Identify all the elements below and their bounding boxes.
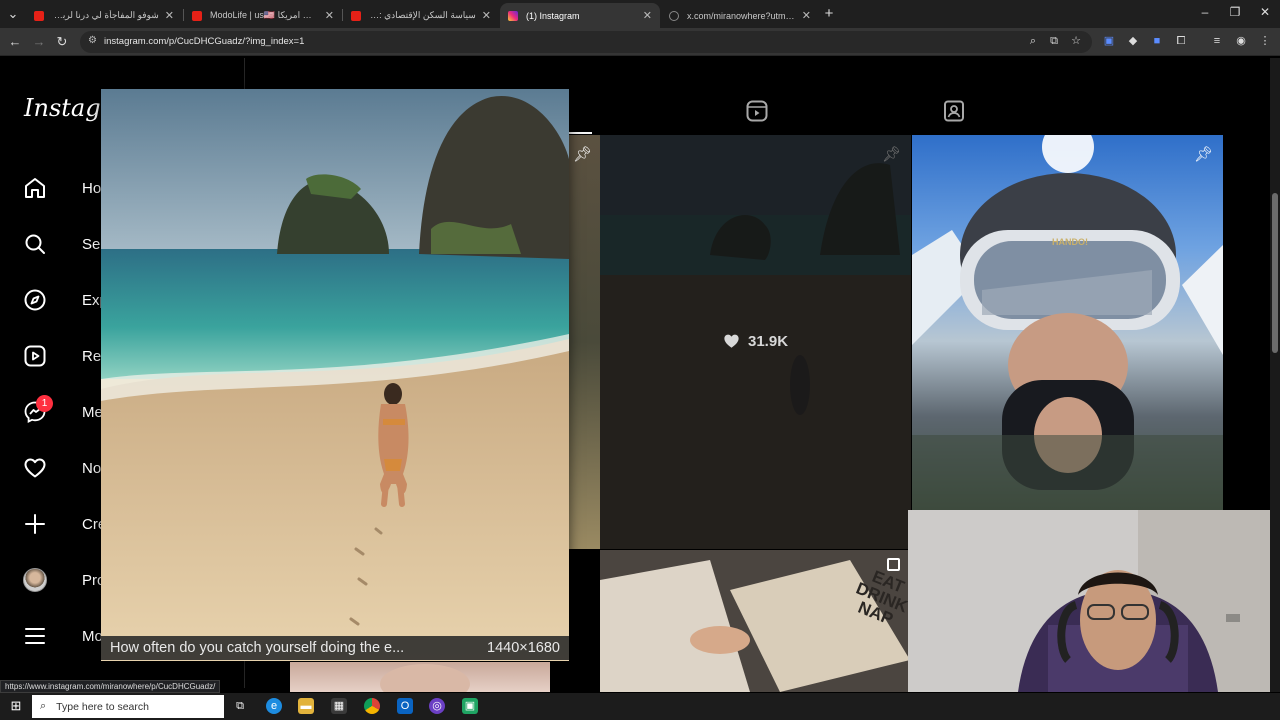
pin-icon: 📌︎ [1193,146,1213,163]
avatar [22,567,48,593]
grid-post-partial-bottom[interactable] [290,662,550,692]
search-icon: ⌕ [40,700,47,712]
bookmark-star-icon[interactable]: ☆ [1069,34,1083,48]
menu-icon [22,623,48,649]
close-icon[interactable]: ✕ [643,9,652,22]
browser-tab-3[interactable]: سياسة السكن الإقتصادي : كيفاش... ✕ [343,3,499,28]
file-explorer-icon[interactable]: ▬ [298,698,314,714]
grid-post-beach-hovered[interactable]: 31.9K 📌︎ [600,135,911,549]
extension-blue-icon[interactable]: ■ [1150,34,1164,48]
plus-icon [22,511,48,537]
browser-tab-4-active[interactable]: (1) Instagram ✕ [500,3,660,28]
windows-taskbar: ⊞ ⌕ Type here to search ⧉ e ▬ ▦ O ◎ ▣ [0,693,1280,720]
youtube-icon [192,10,202,21]
link-image-preview [101,89,569,661]
x-icon [669,10,679,21]
home-icon [22,175,48,201]
chrome-icon[interactable] [364,698,380,714]
streamer-webcam-feed [908,510,1280,692]
book-thumbnail [600,550,908,692]
heart-icon [22,455,48,481]
heart-icon [724,334,739,348]
scrollbar-thumb[interactable] [1272,193,1278,353]
account-icon[interactable]: ◉ [1234,34,1248,48]
pin-icon: 📌︎ [573,146,593,163]
tab-title: شوفو المفاجأة لي درنا لربنا بمناسبة [52,10,159,20]
grid-post-partial[interactable]: 📌︎ [568,135,600,549]
grid-post-book[interactable]: EAT DRINK NAP [600,550,908,692]
windows-start-icon[interactable]: ⊞ [8,698,24,714]
ski-selfie-thumbnail [912,135,1223,510]
grid-post-ski-selfie[interactable]: HANDO! 📌︎ [912,135,1223,510]
address-bar[interactable]: ⚙ instagram.com/p/CucDHCGuadz/?img_index… [80,31,1092,53]
tab-search-chevron-icon[interactable]: ⌄ [4,5,22,23]
notification-badge: 1 [36,395,53,412]
browser-tab-2[interactable]: ModoLife | us🇺🇸 في امريكا DEF... ✕ [184,3,342,28]
reload-icon[interactable]: ↻ [53,33,71,51]
install-app-icon[interactable]: ⧉ [1047,34,1061,48]
minimize-icon[interactable]: – [1196,5,1214,23]
restore-icon[interactable]: ❐ [1226,5,1244,23]
webcam-overlay [908,510,1280,692]
url-text: instagram.com/p/CucDHCGuadz/?img_index=1 [104,36,305,47]
extensions-puzzle-icon[interactable]: ⧠ [1174,34,1188,48]
close-icon[interactable]: ✕ [802,9,811,22]
window-close-icon[interactable]: ✕ [1256,5,1274,23]
tab-title: سياسة السكن الإقتصادي : كيفاش... [369,10,476,20]
browser-tab-strip: ⌄ شوفو المفاجأة لي درنا لربنا بمناسبة ✕ … [0,0,1280,28]
status-bar-url: https://www.instagram.com/miranowhere/p/… [0,680,221,693]
outlook-icon[interactable]: O [397,698,413,714]
page-scrollbar[interactable] [1270,58,1280,692]
like-count-overlay: 31.9K [722,332,788,350]
preview-caption-text: How often do you catch yourself doing th… [110,640,405,656]
beach-photo [101,89,569,661]
back-icon[interactable]: ← [6,33,24,51]
pin-icon: 📌︎ [881,146,901,163]
app-purple-icon[interactable]: ◎ [429,698,445,714]
browser-tab-5[interactable]: x.com/miranowhere?utm_source... ✕ [661,3,819,28]
link-preview-caption: How often do you catch yourself doing th… [101,636,569,660]
close-icon[interactable]: ✕ [482,9,491,22]
carousel-icon [887,558,900,571]
translate-extension-icon[interactable]: ▣ [1102,34,1116,48]
browser-tab-1[interactable]: شوفو المفاجأة لي درنا لربنا بمناسبة ✕ [26,3,182,28]
chrome-menu-icon[interactable]: ⋮ [1258,34,1272,48]
close-icon[interactable]: ✕ [165,9,174,22]
face-thumbnail [380,664,470,692]
youtube-icon [351,10,361,21]
zoom-icon[interactable]: ⌕ [1026,34,1040,48]
search-icon [22,231,48,257]
store-icon[interactable]: ▦ [331,698,347,714]
reels-icon [746,100,768,122]
youtube-icon [34,10,44,21]
tab-title: ModoLife | us🇺🇸 في امريكا DEF... [210,10,319,20]
instagram-icon [508,10,518,21]
edge-icon[interactable]: e [266,698,282,714]
new-tab-button[interactable]: + [820,5,838,23]
extension-diamond-icon[interactable]: ◆ [1126,34,1140,48]
tab-title: (1) Instagram [526,10,580,21]
messenger-icon: 1 [22,395,53,425]
reels-icon [22,343,48,369]
task-view-icon[interactable]: ⧉ [232,698,248,714]
tab-title: x.com/miranowhere?utm_source... [687,10,796,21]
helmet-brand-text: HANDO! [1052,237,1088,247]
tab-reels[interactable] [745,99,769,123]
taskbar-search-box[interactable]: ⌕ Type here to search [32,695,224,718]
site-info-icon[interactable]: ⚙ [88,35,97,46]
like-count: 31.9K [748,332,789,350]
reading-list-icon[interactable]: ≡ [1210,34,1224,48]
tab-posts-active-indicator [568,132,592,134]
taskbar-search-placeholder: Type here to search [56,700,149,713]
app-green-icon[interactable]: ▣ [462,698,478,714]
preview-image-dimensions: 1440×1680 [487,640,560,656]
close-icon[interactable]: ✕ [325,9,334,22]
forward-icon[interactable]: → [30,33,48,51]
compass-icon [22,287,48,313]
tagged-person-icon [944,100,964,122]
tab-tagged[interactable] [942,99,966,123]
browser-toolbar: ← → ↻ ⚙ instagram.com/p/CucDHCGuadz/?img… [0,28,1280,56]
